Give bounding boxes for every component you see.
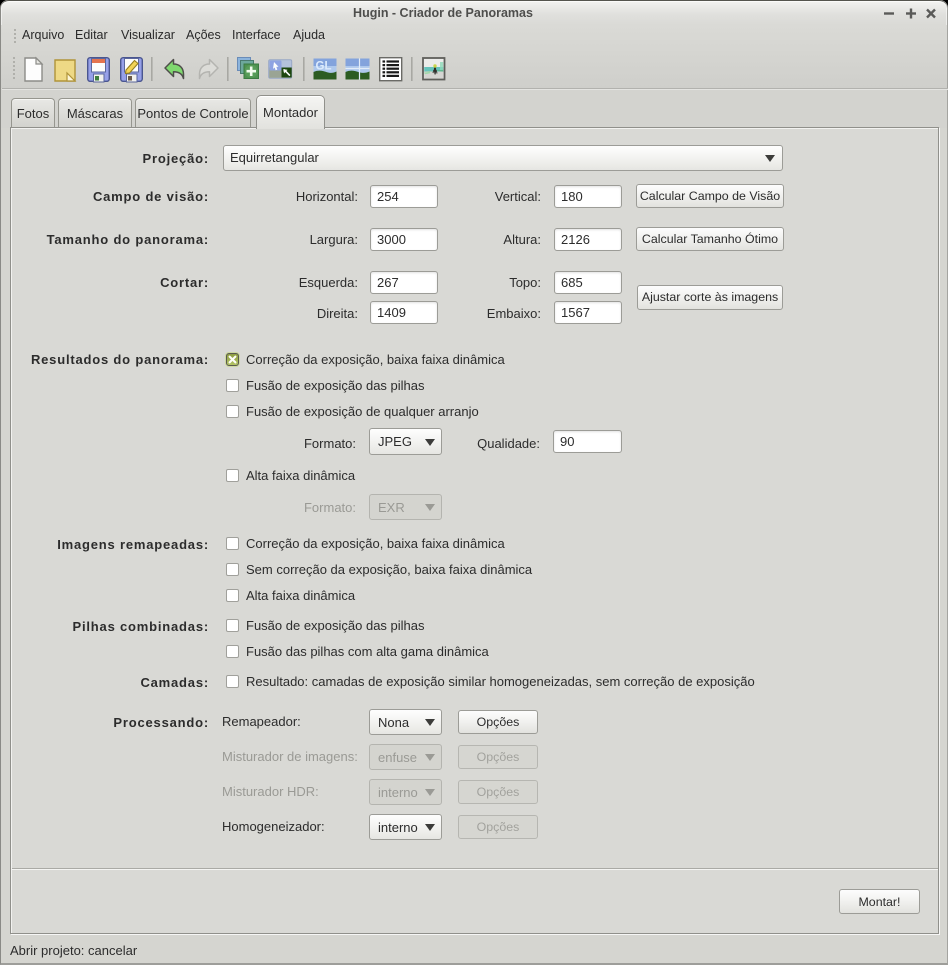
svg-text:GL: GL <box>316 61 332 73</box>
